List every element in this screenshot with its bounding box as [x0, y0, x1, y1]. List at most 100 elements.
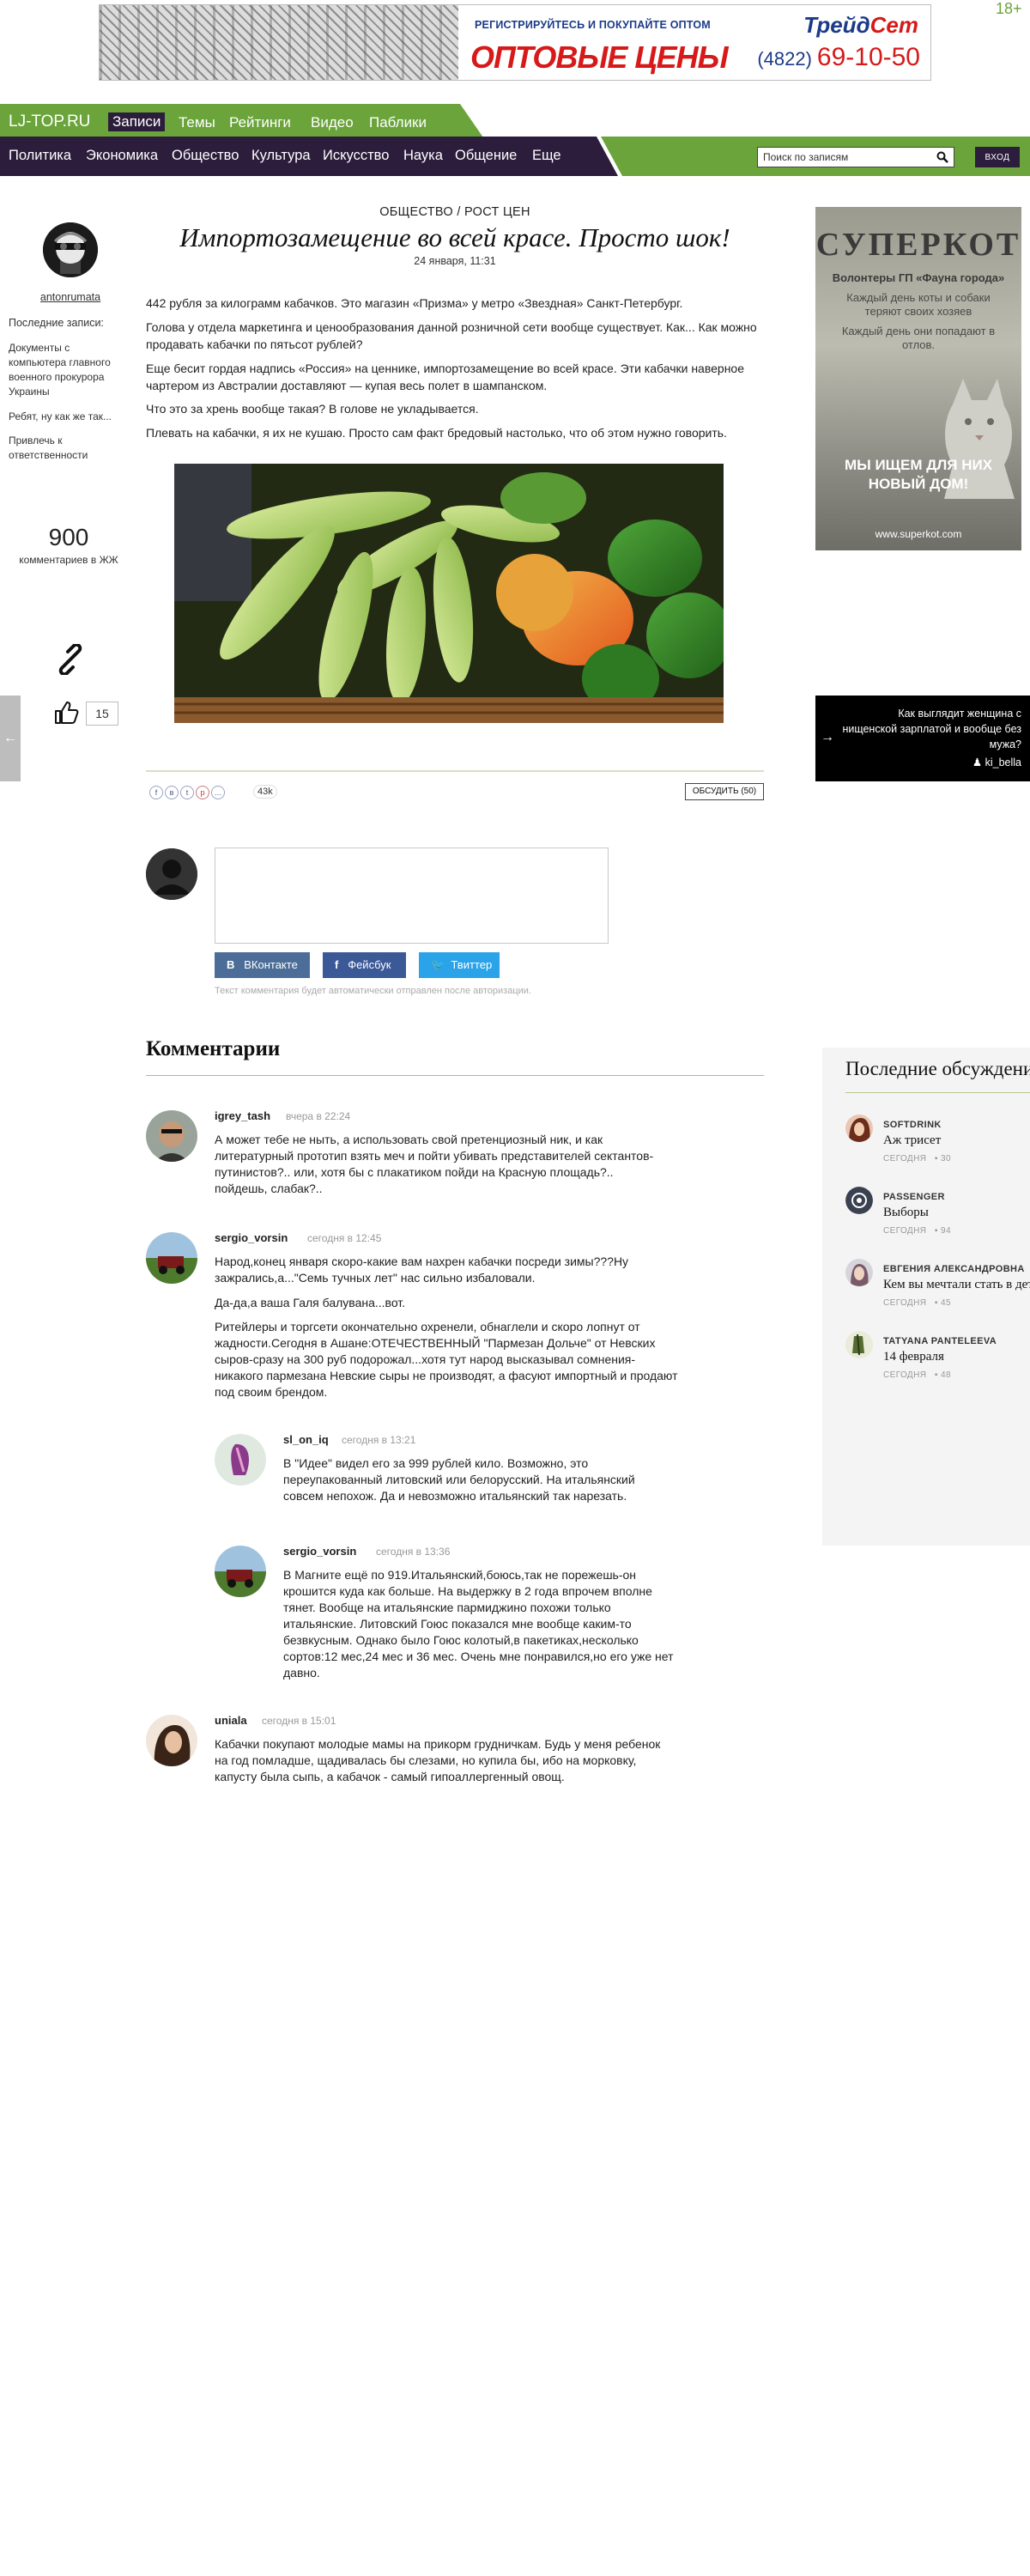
- section-communication[interactable]: Общение: [455, 148, 517, 164]
- discussion-avatar[interactable]: [845, 1187, 873, 1214]
- discussions-title: Последние обсуждения: [845, 1058, 1030, 1079]
- discussion-count: 48: [941, 1370, 951, 1380]
- section-politics[interactable]: Политика: [9, 148, 71, 164]
- discussion-count: 30: [941, 1154, 951, 1163]
- promo-text: Как выглядит женщина с нищенской зарплат…: [842, 708, 1021, 750]
- discussion-title[interactable]: Выборы: [883, 1206, 929, 1220]
- comment-text: В Магните ещё по 919.Итальянский,боюсь,т…: [283, 1568, 674, 1680]
- article-category[interactable]: ОБЩЕСТВО / РОСТ ЦЕН: [146, 205, 764, 219]
- comment-icon: ▪: [934, 1226, 938, 1236]
- comment-username[interactable]: uniala: [215, 1714, 247, 1727]
- comment-time: сегодня в 13:36: [376, 1546, 451, 1558]
- facebook-share-icon[interactable]: f: [149, 786, 163, 799]
- comment-avatar[interactable]: [215, 1434, 266, 1485]
- discussion-meta: СЕГОДНЯ ▪ 30: [883, 1154, 951, 1163]
- section-science[interactable]: Наука: [403, 148, 443, 164]
- search-box: [757, 147, 954, 167]
- comment-avatar[interactable]: [146, 1110, 197, 1162]
- vk-login-button[interactable]: В ВКонтакте: [215, 952, 310, 978]
- discussion-avatar[interactable]: [845, 1115, 873, 1142]
- section-more[interactable]: Еще: [532, 148, 561, 164]
- twitter-share-icon[interactable]: t: [180, 786, 194, 799]
- search-input[interactable]: [758, 148, 930, 167]
- banner-headline: ОПТОВЫЕ ЦЕНЫ: [470, 39, 729, 75]
- comment-time: сегодня в 13:21: [342, 1434, 416, 1446]
- recent-post-link[interactable]: Ребят, ну как же так...: [9, 410, 129, 424]
- pinterest-share-icon[interactable]: p: [196, 786, 209, 799]
- discussion-user[interactable]: SOFTDRINK: [883, 1120, 942, 1130]
- nav-item-records[interactable]: Записи: [108, 112, 166, 131]
- comment-icon: ▪: [934, 1154, 938, 1163]
- banner-brand-logo: ТрейдСет: [803, 12, 918, 39]
- discussion-title[interactable]: 14 февраля: [883, 1350, 944, 1364]
- comment-username[interactable]: sergio_vorsin: [215, 1231, 288, 1244]
- brand-part-2: Сет: [869, 12, 918, 38]
- article-paragraph: 442 рубля за килограмм кабачков. Это маг…: [146, 296, 683, 310]
- thumbs-up-icon[interactable]: [53, 700, 79, 726]
- prev-arrow-icon[interactable]: ←: [0, 696, 21, 781]
- arrow-left-icon[interactable]: →: [821, 730, 834, 745]
- discussion-date: СЕГОДНЯ: [883, 1154, 927, 1163]
- superkot-subtitle: Волонтеры ГП «Фауна города»: [832, 271, 1005, 284]
- discussion-count: 94: [941, 1226, 951, 1236]
- superkot-ad[interactable]: СУПЕРКОТ Волонтеры ГП «Фауна города» Каж…: [815, 207, 1021, 550]
- facebook-icon: f: [335, 958, 339, 971]
- section-society[interactable]: Общество: [172, 148, 239, 164]
- share-count: 43k: [253, 785, 277, 799]
- article-title: Импортозамещение во всей красе. Просто ш…: [179, 222, 730, 252]
- discussion-avatar[interactable]: [845, 1259, 873, 1286]
- top-ad-banner[interactable]: РЕГИСТРИРУЙТЕСЬ И ПОКУПАЙТЕ ОПТОМ ОПТОВЫ…: [99, 4, 931, 81]
- auth-note: Текст комментария будет автоматически от…: [215, 986, 531, 996]
- comment-username[interactable]: sl_on_iq: [283, 1433, 329, 1446]
- superkot-cta: МЫ ИЩЕМ ДЛЯ НИХ НОВЫЙ ДОМ!: [844, 457, 993, 492]
- recent-post-link[interactable]: Документы с компьютера главного военного…: [9, 341, 129, 399]
- twitter-login-button[interactable]: 🐦 Твиттер: [419, 952, 500, 978]
- site-logo[interactable]: LJ-TOP.RU: [9, 112, 90, 131]
- nav-item-ratings[interactable]: Рейтинги: [229, 114, 291, 131]
- comment-avatar[interactable]: [215, 1546, 266, 1597]
- comment-username[interactable]: igrey_tash: [215, 1109, 270, 1122]
- section-art[interactable]: Искусство: [323, 148, 389, 164]
- article-paragraph: Что это за хрень вообще такая? В голове …: [146, 402, 479, 416]
- author-name-link[interactable]: antonrumata: [0, 291, 141, 303]
- discussion-title[interactable]: Аж трисет: [883, 1133, 941, 1148]
- link-icon[interactable]: [55, 644, 86, 675]
- discussion-avatar[interactable]: [845, 1331, 873, 1358]
- nav-item-video[interactable]: Видео: [311, 114, 354, 131]
- brand-part-1: Трейд: [803, 12, 870, 38]
- discussion-user[interactable]: PASSENGER: [883, 1192, 945, 1202]
- twitter-login-label: Твиттер: [451, 958, 493, 971]
- discussion-meta: СЕГОДНЯ ▪ 94: [883, 1226, 951, 1236]
- author-avatar-image: [43, 222, 98, 277]
- login-button[interactable]: ВХОД: [975, 147, 1020, 167]
- nav-item-topics[interactable]: Темы: [179, 114, 215, 131]
- discussion-date: СЕГОДНЯ: [883, 1226, 927, 1236]
- vk-share-icon[interactable]: в: [165, 786, 179, 799]
- facebook-login-button[interactable]: f Фейсбук: [323, 952, 406, 978]
- discussion-user[interactable]: TATYANA PANTELEEVA: [883, 1336, 997, 1346]
- section-economy[interactable]: Экономика: [86, 148, 158, 164]
- discussion-user[interactable]: ЕВГЕНИЯ АЛЕКСАНДРОВНА: [883, 1264, 1025, 1274]
- comment-avatar[interactable]: [146, 1232, 197, 1284]
- search-icon[interactable]: [936, 151, 948, 163]
- comment-username[interactable]: sergio_vorsin: [283, 1545, 356, 1558]
- comment-text: А может тебе не ныть, а использовать сво…: [215, 1133, 654, 1195]
- nav-item-publics[interactable]: Паблики: [369, 114, 427, 131]
- comments-heading: Комментарии: [146, 1037, 281, 1060]
- discussion-title[interactable]: Кем вы мечтали стать в дет: [883, 1278, 1030, 1292]
- discuss-button[interactable]: ОБСУДИТЬ (50): [685, 783, 764, 800]
- recent-post-link[interactable]: Привлечь к ответственности: [9, 434, 129, 463]
- vk-icon: В: [227, 958, 235, 971]
- comment-avatar[interactable]: [146, 1715, 197, 1766]
- comment-textarea[interactable]: [215, 848, 609, 944]
- author-avatar[interactable]: [43, 222, 98, 277]
- discussion-date: СЕГОДНЯ: [883, 1298, 927, 1308]
- more-share-icon[interactable]: …: [211, 786, 225, 799]
- user-icon: ♟: [972, 756, 983, 769]
- discussion-meta: СЕГОДНЯ ▪ 48: [883, 1370, 951, 1380]
- comments-count-label: комментариев в ЖЖ: [19, 554, 118, 566]
- article-paragraph: Голова у отдела маркетинга и ценообразов…: [146, 320, 757, 351]
- section-culture[interactable]: Культура: [251, 148, 311, 164]
- promo-teaser[interactable]: → Как выглядит женщина с нищенской зарпл…: [815, 696, 1030, 781]
- twitter-icon: 🐦: [431, 958, 445, 971]
